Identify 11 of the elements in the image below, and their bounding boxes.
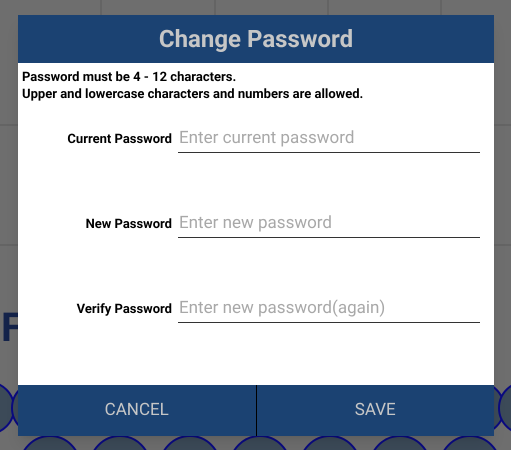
dialog-title: Change Password — [158, 24, 354, 55]
password-field[interactable]: Enter current password — [178, 123, 480, 153]
cancel-button[interactable]: CANCEL — [18, 385, 256, 436]
field-label: Verify Password — [76, 300, 173, 318]
requirements-text: Upper and lowercase characters and numbers are allowed. — [22, 86, 364, 103]
requirements-text: Password must be 4 - 12 characters. — [22, 69, 238, 86]
field-label: Current Password — [66, 130, 173, 148]
password-field[interactable]: Enter new password — [178, 208, 480, 238]
field-label: New Password — [84, 216, 173, 234]
password-field[interactable]: Enter new password(again) — [178, 293, 480, 323]
save-button[interactable]: SAVE — [256, 385, 494, 436]
